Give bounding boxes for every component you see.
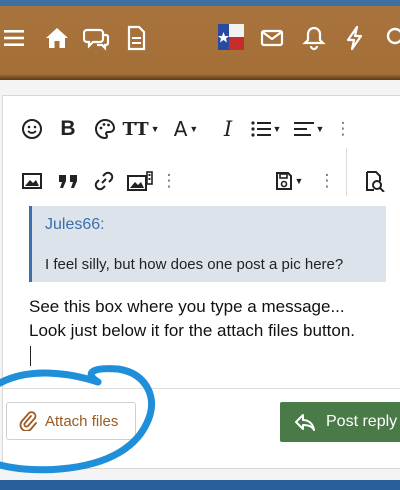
document-icon[interactable] bbox=[122, 24, 150, 52]
toolbar-separator bbox=[346, 148, 347, 196]
list-icon[interactable]: ▼ bbox=[248, 116, 284, 142]
image-icon[interactable] bbox=[19, 168, 45, 194]
align-icon[interactable]: ▼ bbox=[291, 116, 327, 142]
media-icon[interactable] bbox=[125, 168, 155, 194]
editor-toolbar-row-1: B TT ▼ A ▼ I ▼ ▼ ⋮ bbox=[3, 96, 400, 156]
message-text[interactable]: See this box where you type a message...… bbox=[29, 295, 355, 343]
more-options-icon[interactable]: ⋮ bbox=[335, 116, 352, 142]
flash-icon[interactable] bbox=[341, 24, 369, 52]
top-nav-bar bbox=[0, 0, 400, 80]
more-options-icon[interactable]: ⋮ bbox=[161, 168, 178, 194]
attach-files-label: Attach files bbox=[45, 412, 119, 430]
message-line: Look just below it for the attach files … bbox=[29, 321, 356, 340]
reply-icon bbox=[295, 414, 315, 431]
text-cursor bbox=[30, 346, 31, 366]
post-reply-label: Post reply bbox=[326, 413, 398, 430]
bell-icon[interactable] bbox=[300, 24, 328, 52]
link-icon[interactable] bbox=[91, 168, 117, 194]
quote-icon[interactable] bbox=[55, 168, 81, 194]
quote-text: I feel silly, but how does one post a pi… bbox=[45, 256, 344, 273]
menu-icon[interactable] bbox=[2, 24, 30, 52]
bold-icon[interactable]: B bbox=[57, 116, 79, 142]
attach-files-button[interactable]: Attach files bbox=[6, 402, 136, 440]
italic-icon[interactable]: I bbox=[218, 116, 238, 142]
post-reply-button[interactable]: Post reply bbox=[280, 402, 400, 442]
mail-icon[interactable] bbox=[258, 24, 286, 52]
avatar-icon[interactable] bbox=[218, 24, 244, 50]
bottom-bar bbox=[0, 480, 400, 490]
editor-toolbar-row-2: ⋮ ▼ ⋮ bbox=[3, 156, 400, 212]
text-size-icon[interactable]: TT ▼ bbox=[122, 116, 159, 142]
smiley-icon[interactable] bbox=[19, 116, 45, 142]
more-options-icon[interactable]: ⋮ bbox=[319, 168, 336, 194]
chat-icon[interactable] bbox=[82, 24, 111, 52]
search-icon[interactable] bbox=[383, 24, 400, 52]
editor-divider bbox=[3, 388, 400, 389]
preview-icon[interactable] bbox=[361, 168, 387, 194]
palette-icon[interactable] bbox=[92, 116, 118, 142]
paperclip-icon bbox=[19, 411, 37, 431]
font-color-icon[interactable]: A ▼ bbox=[169, 116, 203, 142]
message-line: See this box where you type a message... bbox=[29, 297, 345, 316]
quoted-post: Jules66: I feel silly, but how does one … bbox=[29, 206, 386, 282]
quote-author[interactable]: Jules66: bbox=[45, 216, 105, 234]
home-icon[interactable] bbox=[43, 24, 71, 52]
save-draft-icon[interactable]: ▼ bbox=[269, 168, 309, 194]
reply-editor: B TT ▼ A ▼ I ▼ ▼ ⋮ ⋮ ▼ ⋮ Jules66: I feel… bbox=[2, 95, 400, 469]
